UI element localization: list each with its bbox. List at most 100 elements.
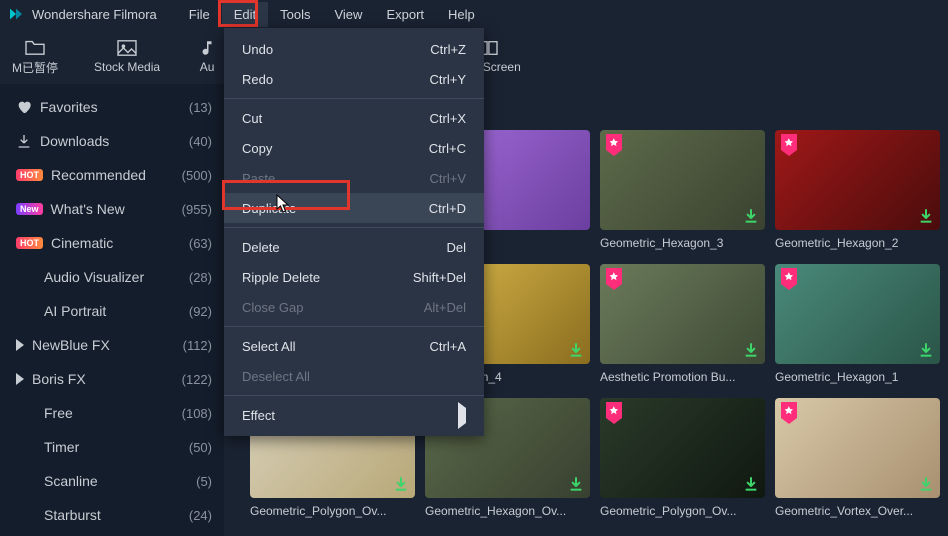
menu-item-label: Redo [242,72,273,87]
sidebar-count: (955) [182,202,212,217]
premium-badge-icon [604,134,624,156]
sidebar-item-ai-portrait[interactable]: AI Portrait(92) [8,294,220,328]
sidebar-count: (50) [189,440,212,455]
asset-thumbnail [775,398,940,498]
menu-item-duplicate[interactable]: DuplicateCtrl+D [224,193,484,223]
menu-item-label: Close Gap [242,300,303,315]
sidebar-label: Audio Visualizer [44,269,144,285]
sidebar-item-what's-new[interactable]: New What's New (955) [8,192,220,226]
asset-title: Geometric_Hexagon_2 [775,236,940,250]
download-icon[interactable] [743,342,759,358]
premium-badge-icon [604,402,624,424]
download-icon[interactable] [743,476,759,492]
menu-export[interactable]: Export [374,2,436,27]
download-icon[interactable] [743,208,759,224]
menu-item-undo[interactable]: Undo Ctrl+Z [224,34,484,64]
download-icon[interactable] [393,476,409,492]
toolbar-stock-media[interactable]: Stock Media [94,38,160,74]
asset-thumbnail [775,130,940,230]
menu-item-deselect-all: Deselect All [224,361,484,391]
menu-item-shortcut: Del [446,240,466,255]
asset-title: Geometric_Hexagon_3 [600,236,765,250]
toolbar-au[interactable]: Au [196,38,218,74]
sidebar-item-boris-fx[interactable]: Boris FX(122) [8,362,220,396]
asset-card[interactable]: Geometric_Hexagon_3 [600,130,765,250]
download-icon[interactable] [568,342,584,358]
premium-badge-icon [779,402,799,424]
menu-item-label: Deselect All [242,369,310,384]
sidebar-label: Favorites [40,99,98,115]
download-icon[interactable] [918,476,934,492]
sidebar-item-audio-visualizer[interactable]: Audio Visualizer(28) [8,260,220,294]
menu-item-cut[interactable]: CutCtrl+X [224,103,484,133]
sidebar-item-recommended[interactable]: HOTRecommended(500) [8,158,220,192]
sidebar-count: (24) [189,508,212,523]
badge: HOT [16,169,43,181]
menu-tools[interactable]: Tools [268,2,322,27]
asset-title: Aesthetic Promotion Bu... [600,370,765,384]
sidebar-count: (5) [196,474,212,489]
sidebar-item-cinematic[interactable]: HOTCinematic(63) [8,226,220,260]
sidebar-item-scanline[interactable]: Scanline(5) [8,464,220,498]
menu-item-select-all[interactable]: Select AllCtrl+A [224,331,484,361]
asset-title: Geometric_Vortex_Over... [775,504,940,518]
asset-thumbnail [600,264,765,364]
menu-bar: FileEditToolsViewExportHelp [177,2,487,27]
asset-card[interactable]: Geometric_Hexagon_1 [775,264,940,384]
menu-edit[interactable]: Edit [222,2,268,27]
menu-item-shortcut: Ctrl+Z [430,42,466,57]
sidebar-label: Timer [44,439,79,455]
menu-item-ripple-delete[interactable]: Ripple DeleteShift+Del [224,262,484,292]
sidebar-label: What's New [51,201,125,217]
menu-item-label: Undo [242,42,273,57]
menu-item-shortcut: Ctrl+D [429,201,466,216]
menu-item-label: Paste [242,171,275,186]
sidebar-item-free[interactable]: Free(108) [8,396,220,430]
menu-item-close-gap: Close Gap Alt+Del [224,292,484,322]
menu-item-shortcut: Ctrl+X [430,111,466,126]
menu-item-effect[interactable]: Effect [224,400,484,430]
expand-icon [16,373,24,385]
download-icon[interactable] [568,476,584,492]
menu-item-redo[interactable]: Redo Ctrl+Y [224,64,484,94]
badge: New [16,203,43,215]
toolbar-m已暂停[interactable]: M已暂停 [12,37,58,76]
menu-item-shortcut: Ctrl+C [429,141,466,156]
sidebar-count: (122) [182,372,212,387]
download-icon [16,133,32,149]
download-icon[interactable] [918,342,934,358]
asset-thumbnail [600,398,765,498]
menu-item-shortcut: Ctrl+Y [430,72,466,87]
sidebar-count: (63) [189,236,212,251]
sidebar-count: (108) [182,406,212,421]
sidebar-item-favorites[interactable]: Favorites (13) [8,90,220,124]
sidebar-item-newblue-fx[interactable]: NewBlue FX(112) [8,328,220,362]
menu-item-copy[interactable]: CopyCtrl+C [224,133,484,163]
badge: HOT [16,237,43,249]
app-logo-icon [8,6,24,22]
menu-item-shortcut: Shift+Del [413,270,466,285]
asset-card[interactable]: Geometric_Polygon_Ov... [600,398,765,518]
heart-icon [16,99,32,115]
premium-badge-icon [779,268,799,290]
menu-file[interactable]: File [177,2,222,27]
asset-card[interactable]: Aesthetic Promotion Bu... [600,264,765,384]
sidebar-item-downloads[interactable]: Downloads(40) [8,124,220,158]
asset-title: Geometric_Polygon_Ov... [250,504,415,518]
premium-badge-icon [604,268,624,290]
sidebar-item-starburst[interactable]: Starburst(24) [8,498,220,532]
menu-help[interactable]: Help [436,2,487,27]
expand-icon [16,339,24,351]
sidebar-label: Recommended [51,167,146,183]
asset-card[interactable]: Geometric_Hexagon_2 [775,130,940,250]
menu-item-paste: PasteCtrl+V [224,163,484,193]
menu-separator [224,98,484,99]
sidebar-item-timer[interactable]: Timer (50) [8,430,220,464]
menu-item-shortcut: Alt+Del [424,300,466,315]
download-icon[interactable] [918,208,934,224]
asset-title: Geometric_Polygon_Ov... [600,504,765,518]
menu-item-delete[interactable]: DeleteDel [224,232,484,262]
menu-view[interactable]: View [322,2,374,27]
asset-card[interactable]: Geometric_Vortex_Over... [775,398,940,518]
sidebar-count: (13) [189,100,212,115]
